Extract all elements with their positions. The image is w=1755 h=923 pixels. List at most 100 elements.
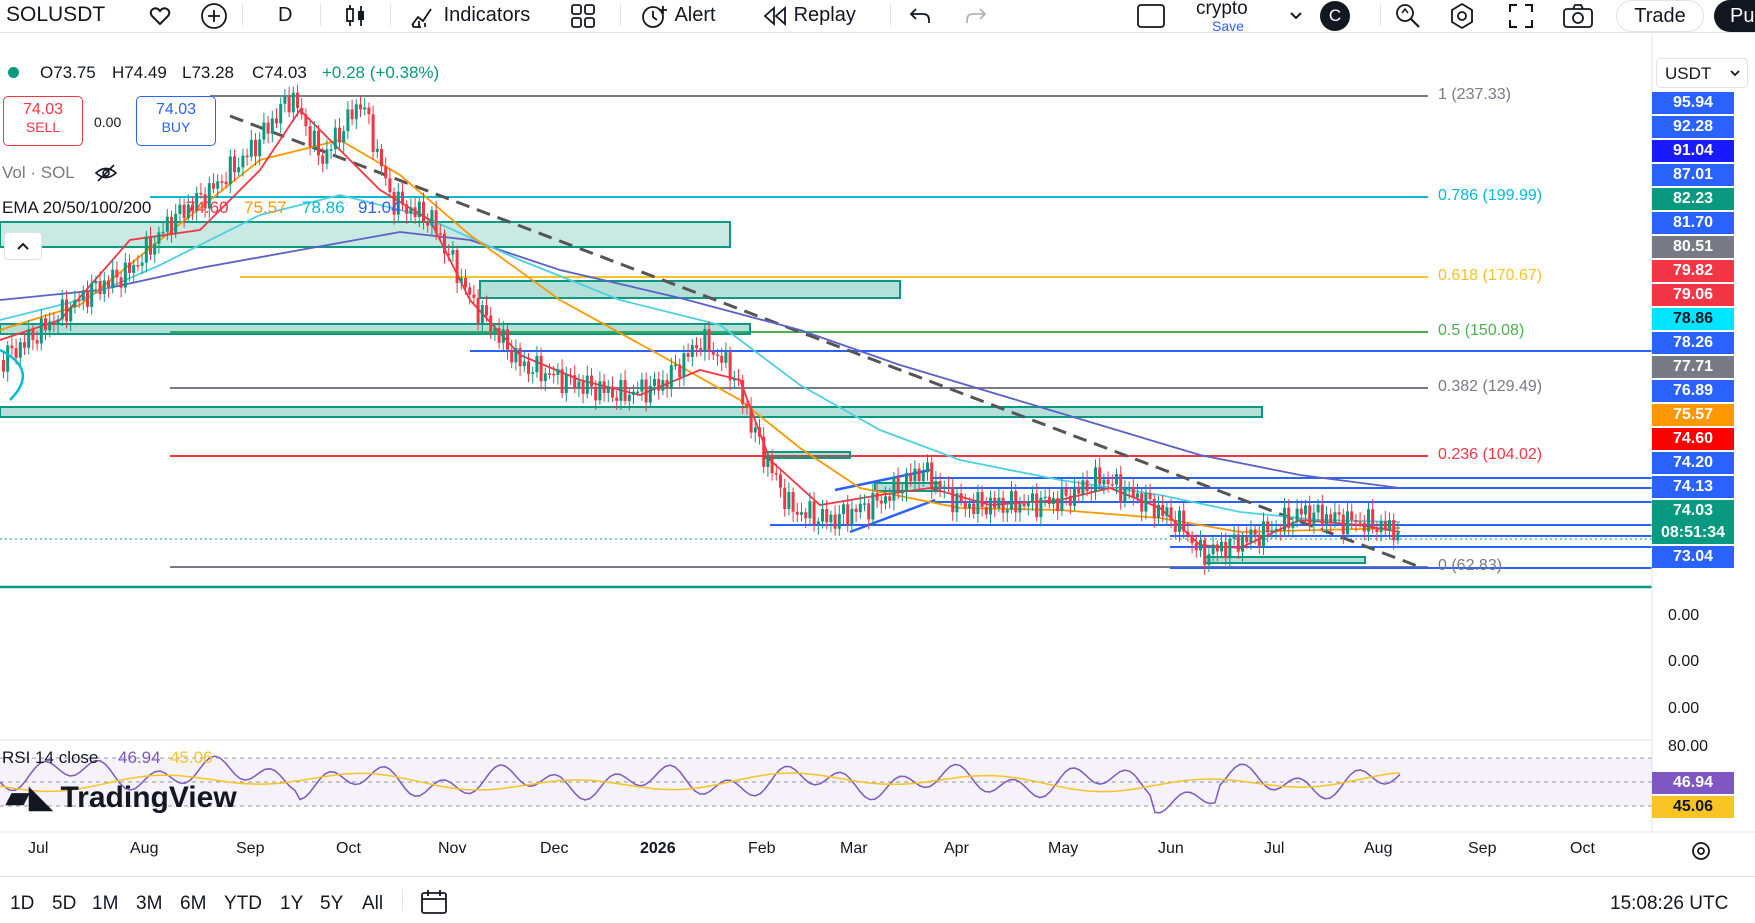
rsi-pane[interactable]	[0, 755, 1652, 814]
utc-clock[interactable]: 15:08:26 UTC	[1610, 893, 1728, 915]
candle-body	[531, 372, 535, 374]
candle-body	[1052, 498, 1055, 505]
alert-button[interactable]: Alert	[640, 0, 716, 30]
interval-button[interactable]: D	[278, 0, 292, 30]
candle-body	[1018, 503, 1022, 513]
symbol-search[interactable]: SOLUSDT	[6, 0, 105, 30]
price-axis-label: 78.86	[1652, 308, 1734, 330]
ema50-value: 75.57	[244, 198, 287, 217]
candle-body	[1304, 505, 1307, 515]
candle-body	[900, 491, 904, 494]
horizontal-lines[interactable]	[0, 350, 1652, 589]
undo-icon[interactable]	[908, 0, 932, 30]
candle-body	[594, 386, 598, 401]
candle-body	[380, 148, 383, 167]
fib-label: 1 (237.33)	[1438, 86, 1511, 103]
candle-body	[1031, 493, 1034, 502]
range-button-5y[interactable]: 5Y	[320, 893, 343, 915]
candle-body	[1346, 511, 1349, 535]
candle-body	[951, 487, 955, 513]
range-button-1m[interactable]: 1M	[92, 893, 118, 915]
candle-body	[489, 315, 493, 332]
candle-body	[1316, 504, 1320, 513]
time-axis-label: Mar	[840, 840, 868, 857]
replay-label: Replay	[793, 4, 856, 26]
candle-body	[287, 96, 291, 113]
ema-legend[interactable]: EMA 20/50/100/200	[2, 198, 151, 218]
candle-body	[1081, 480, 1085, 494]
candle-body	[598, 381, 602, 401]
add-favorite-icon[interactable]	[148, 0, 172, 30]
layout-square-icon[interactable]	[1136, 0, 1166, 30]
candle-body	[1089, 491, 1093, 493]
range-button-all[interactable]: All	[362, 893, 383, 915]
range-button-6m[interactable]: 6M	[180, 893, 206, 915]
chevron-down-icon[interactable]	[1288, 0, 1304, 30]
trend-line[interactable]	[229, 114, 1421, 569]
legend-high: H74.49	[112, 63, 167, 82]
settings-gear-icon[interactable]	[1448, 0, 1476, 30]
volume-legend[interactable]: Vol · SOL	[2, 163, 75, 183]
range-button-5d[interactable]: 5D	[52, 893, 76, 915]
candle-body	[854, 508, 858, 513]
candle-body	[1119, 474, 1123, 502]
goto-date-calendar-icon[interactable]	[420, 889, 448, 921]
candle-body	[1371, 509, 1375, 530]
fullscreen-icon[interactable]	[1508, 0, 1534, 30]
candle-body	[56, 319, 60, 325]
candle-body	[31, 329, 35, 341]
price-axis-label: 74.03	[1652, 500, 1734, 522]
quick-search-icon[interactable]	[1394, 0, 1422, 30]
redo-icon[interactable]	[964, 0, 988, 30]
hidden-eye-icon[interactable]	[94, 162, 118, 189]
candle-body	[426, 222, 430, 226]
trade-button[interactable]: Trade	[1616, 0, 1704, 32]
price-axis-label: 81.70	[1652, 212, 1734, 234]
indicators-button[interactable]: Indicators	[410, 0, 530, 30]
range-button-1y[interactable]: 1Y	[280, 893, 303, 915]
camera-snapshot-icon[interactable]	[1562, 0, 1594, 30]
collapse-legend-button[interactable]	[4, 232, 42, 260]
candle-body	[497, 328, 501, 343]
candle-body	[762, 436, 766, 467]
alert-label: Alert	[674, 4, 716, 26]
publish-button[interactable]: Pu	[1714, 0, 1755, 32]
range-button-1d[interactable]: 1D	[10, 893, 34, 915]
sell-button[interactable]: 74.03 SELL	[3, 96, 83, 146]
candle-body	[443, 233, 446, 254]
layout-name[interactable]: crypto	[1196, 0, 1248, 20]
candle-body	[787, 491, 791, 510]
compare-plus-icon[interactable]	[200, 0, 228, 30]
price-axis-label: 74.60	[1652, 428, 1734, 450]
currency-selector[interactable]: USDT	[1656, 58, 1748, 88]
candle-body	[350, 109, 354, 120]
rsi-legend[interactable]: RSI 14 close	[2, 748, 98, 768]
candle-body	[997, 497, 1001, 508]
zone-rectangles[interactable]	[0, 221, 1366, 564]
candle-body	[539, 355, 543, 382]
candle-body	[1337, 512, 1341, 515]
rsi-axis-value: 46.94	[1652, 772, 1734, 794]
candle-body	[1211, 544, 1215, 555]
candle-body	[77, 299, 81, 302]
sell-price: 74.03	[22, 101, 64, 118]
price-axis-label: 82.23	[1652, 188, 1734, 210]
candle-body	[1169, 507, 1173, 521]
candle-body	[1392, 520, 1396, 541]
candle-body	[732, 378, 736, 381]
range-button-ytd[interactable]: YTD	[224, 893, 262, 915]
buy-button[interactable]: 74.03 BUY	[136, 96, 216, 146]
candle-body	[1383, 521, 1387, 531]
candle-body	[522, 361, 526, 367]
chart-settings-gear-icon[interactable]	[1690, 840, 1712, 867]
replay-button[interactable]: Replay	[762, 0, 856, 30]
range-button-3m[interactable]: 3M	[136, 893, 162, 915]
candle-body	[699, 348, 703, 352]
candles-icon[interactable]	[344, 0, 368, 30]
templates-icon[interactable]	[570, 0, 596, 30]
candle-body	[501, 329, 505, 343]
candle-body	[1115, 474, 1118, 485]
avatar[interactable]: C	[1320, 1, 1350, 31]
candle-body	[871, 492, 875, 520]
candle-body	[753, 427, 757, 433]
